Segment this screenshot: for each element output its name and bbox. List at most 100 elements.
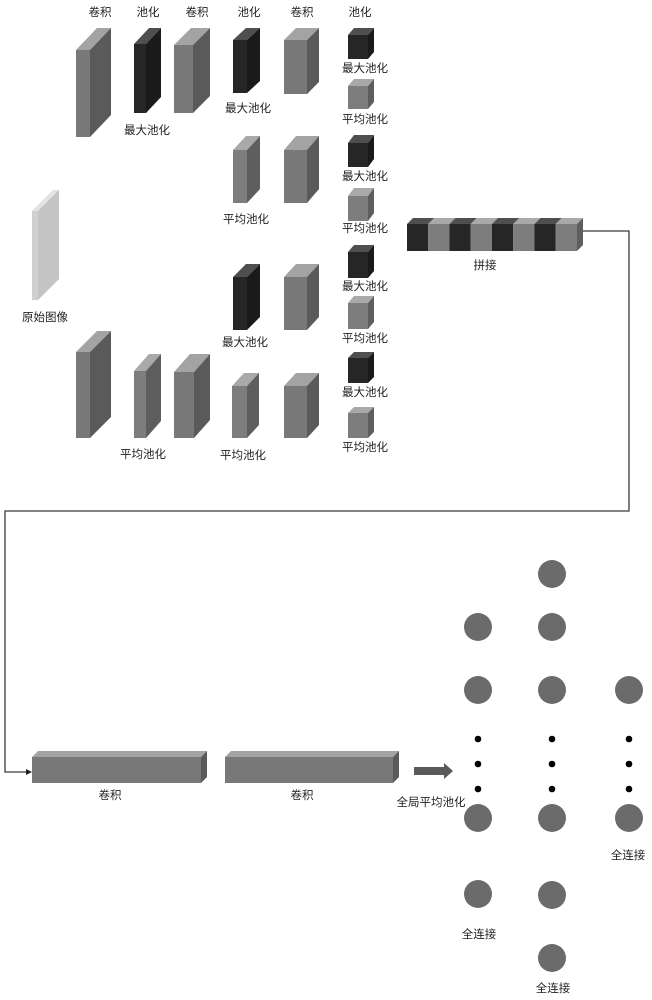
conv2-block	[225, 751, 399, 783]
header-label-conv-3: 卷积	[290, 5, 314, 19]
input-image-block	[32, 190, 59, 300]
branch4-conv3-block-front	[284, 386, 307, 438]
branch2-out-avg-block-front	[348, 196, 368, 221]
ellipsis-dot-icon	[548, 760, 556, 768]
concat-segment-avg	[428, 224, 450, 251]
ellipsis-dot-icon	[625, 735, 633, 743]
branch1-out-max-label: 最大池化	[342, 61, 388, 75]
fc3-neuron	[615, 804, 643, 832]
fc1-label: 全连接	[461, 927, 497, 941]
gap-arrow-icon	[414, 763, 453, 779]
concat-segment-max	[449, 224, 471, 251]
branch2-out-avg-label: 平均池化	[342, 221, 388, 235]
branch3-pool2-block-front	[233, 277, 247, 330]
branch2-out-max-block-front	[348, 143, 368, 167]
branch4-out-avg-block	[348, 407, 374, 438]
branch1-conv1-block-front	[76, 50, 90, 137]
branch2-pool2-block	[233, 136, 260, 203]
branch4-conv1-block	[76, 331, 111, 438]
branch2-pool2-label: 平均池化	[223, 212, 269, 226]
branch1-conv3-block	[284, 28, 319, 94]
branch3-out-avg-block-front	[348, 303, 368, 329]
concat-segment-max	[534, 224, 556, 251]
fc2-neuron	[538, 881, 566, 909]
concat-segment-avg	[513, 224, 535, 251]
conv2-label: 卷积	[290, 788, 314, 802]
header-label-pool-3: 池化	[348, 5, 372, 19]
branch4-pool2-block-front	[232, 386, 247, 438]
branch4-out-avg-block-front	[348, 413, 368, 438]
fc3-neuron	[615, 676, 643, 704]
branch1-pool1-label: 最大池化	[124, 123, 170, 137]
branch1-conv1-block	[76, 28, 111, 137]
branch4-pool2-block	[232, 373, 259, 438]
input-image-block-front	[32, 211, 38, 300]
fc2-neuron	[538, 613, 566, 641]
branch2-pool2-block-front	[233, 150, 247, 203]
fc2-neuron	[538, 560, 566, 588]
ellipsis-dot-icon	[474, 785, 482, 793]
branch4-out-max-block-front	[348, 358, 368, 383]
fc1-neuron	[464, 676, 492, 704]
branch1-out-avg-label: 平均池化	[342, 112, 388, 126]
header-label-pool-2: 池化	[237, 5, 261, 19]
input-image-label: 原始图像	[22, 310, 68, 324]
branch2-conv3-block-front	[284, 150, 307, 203]
branch1-conv2-block-front	[174, 45, 193, 113]
branch2-out-max-label: 最大池化	[342, 169, 388, 183]
conv1-label: 卷积	[98, 788, 122, 802]
feature-maps	[32, 28, 583, 783]
cnn-diagram	[4, 28, 643, 972]
branch1-pool2-label: 最大池化	[225, 101, 271, 115]
branch2-out-avg-block	[348, 188, 374, 221]
fc1-neuron	[464, 804, 492, 832]
concat-segment-avg	[555, 224, 577, 251]
branch1-out-avg-block-front	[348, 86, 368, 109]
branch3-conv3-block	[284, 264, 319, 330]
branch3-out-max-block	[348, 245, 374, 278]
branch4-out-avg-label: 平均池化	[342, 440, 388, 454]
branch1-out-max-block	[348, 28, 374, 59]
branch2-out-max-block	[348, 135, 374, 167]
ellipsis-dot-icon	[625, 760, 633, 768]
header-label-pool-1: 池化	[136, 5, 160, 19]
ellipsis-dot-icon	[548, 735, 556, 743]
branch4-conv2-block-front	[174, 372, 194, 438]
branch2-conv3-block	[284, 136, 319, 203]
branch1-pool1-block-front	[134, 44, 146, 113]
branch4-pool1-block-front	[134, 371, 146, 438]
concat-label: 拼接	[473, 258, 497, 272]
branch1-pool1-block	[134, 28, 161, 113]
concat-segment-avg	[470, 224, 492, 251]
ellipsis-dot-icon	[625, 785, 633, 793]
ellipsis-dot-icon	[548, 785, 556, 793]
branch4-conv1-block-front	[76, 352, 90, 438]
branch4-pool2-label: 平均池化	[220, 448, 266, 462]
branch4-pool1-label: 平均池化	[120, 447, 166, 461]
conv2-block-front	[225, 757, 393, 783]
branch4-conv3-block	[284, 373, 319, 438]
ellipsis-dot-icon	[474, 760, 482, 768]
fc2-neuron	[538, 676, 566, 704]
branch1-conv2-block	[174, 28, 210, 113]
header-label-conv-1: 卷积	[88, 5, 112, 19]
conv1-block	[32, 751, 207, 783]
branch3-conv3-block-front	[284, 277, 307, 330]
fc3-label: 全连接	[610, 848, 646, 862]
global-avg-pool-label: 全局平均池化	[396, 795, 466, 809]
fc1-neuron	[464, 613, 492, 641]
branch3-out-max-block-front	[348, 252, 368, 278]
branch4-out-max-label: 最大池化	[342, 385, 388, 399]
fc2-neuron	[538, 944, 566, 972]
conv1-block-front	[32, 757, 201, 783]
branch4-pool1-block	[134, 354, 161, 438]
branch3-out-avg-block	[348, 296, 374, 329]
concat-bar	[407, 218, 583, 251]
fc1-neuron	[464, 880, 492, 908]
branch1-out-max-block-front	[348, 35, 368, 59]
branch1-conv3-block-front	[284, 40, 307, 94]
branch1-pool2-block-front	[233, 40, 247, 93]
branch4-conv2-block	[174, 354, 210, 438]
branch3-pool2-label: 最大池化	[222, 335, 268, 349]
ellipsis-dot-icon	[474, 735, 482, 743]
